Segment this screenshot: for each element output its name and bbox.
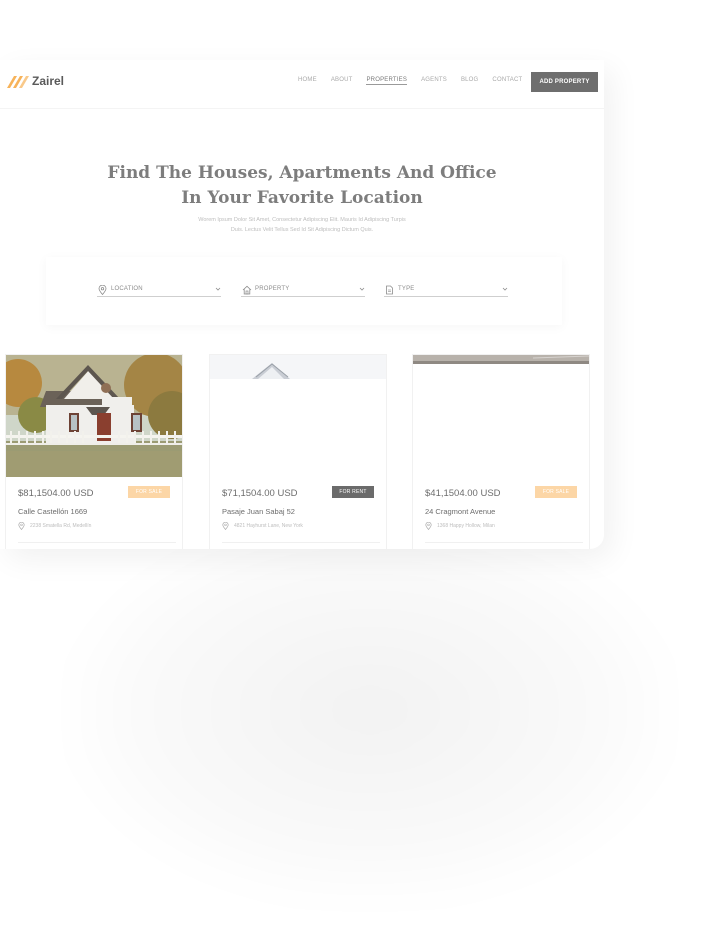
listing-address-text: 4821 Hayhurst Lane, New York: [234, 523, 303, 529]
zairel-logo-icon: [7, 76, 29, 88]
property-photo: [210, 355, 386, 477]
search-panel: LOCATION PROPERTY TYPE: [46, 257, 562, 325]
pin-icon: [425, 522, 432, 530]
nav-blog[interactable]: BLOG: [461, 77, 478, 85]
hero-title: Find The Houses, Apartments And Office I…: [100, 161, 504, 211]
chevron-down-icon: [215, 287, 221, 291]
listing-address-text: 2238 Smatella Rd, Medellín: [30, 523, 92, 529]
property-photo: [413, 355, 589, 477]
listing-address: 1368 Happy Hollow, Milan: [425, 522, 495, 530]
backdrop-shadow: [70, 520, 670, 900]
interior-photo-image: [413, 355, 589, 477]
add-property-button[interactable]: ADD PROPERTY: [531, 72, 598, 92]
hero-subtitle-line-2: Duis. Lectus Velit Tellus Sed Id Sit Adi…: [230, 227, 374, 233]
listing-name[interactable]: Pasaje Juan Sabaj 52: [222, 507, 295, 516]
listing-price: $71,1504.00 USD: [222, 488, 298, 499]
nav-agents[interactable]: AGENTS: [421, 77, 447, 85]
listing-address-text: 1368 Happy Hollow, Milan: [437, 523, 495, 529]
pin-icon: [18, 522, 25, 530]
hero-title-line-2: In Your Favorite Location: [181, 188, 423, 208]
property-select[interactable]: PROPERTY: [241, 284, 365, 297]
property-photo: [6, 355, 182, 477]
brand-name: Zairel: [32, 74, 65, 88]
status-badge: FOR SALE: [128, 486, 170, 498]
pin-icon: [222, 522, 229, 530]
main-nav: HOME ABOUT PROPERTIES AGENTS BLOG CONTAC…: [298, 77, 522, 85]
pin-icon: [98, 285, 107, 295]
type-select[interactable]: TYPE: [384, 284, 508, 297]
nav-home[interactable]: HOME: [298, 77, 317, 85]
hero-subtitle-line-1: Worem Ipsum Dolor Sit Amet, Consectetur …: [198, 217, 406, 223]
card-divider: [222, 542, 380, 543]
nav-properties[interactable]: PROPERTIES: [366, 77, 408, 85]
property-card[interactable]: $71,1504.00 USD FOR RENT Pasaje Juan Sab…: [209, 354, 387, 549]
listing-address: 4821 Hayhurst Lane, New York: [222, 522, 303, 530]
type-label: TYPE: [398, 286, 415, 292]
chevron-down-icon: [502, 287, 508, 291]
nav-contact[interactable]: CONTACT: [492, 77, 522, 85]
listing-price: $81,1504.00 USD: [18, 488, 94, 499]
hero-title-line-1: Find The Houses, Apartments And Office: [107, 163, 497, 183]
card-divider: [18, 542, 176, 543]
property-card[interactable]: $81,1504.00 USD FOR SALE Calle Castellón…: [5, 354, 183, 549]
site-header: Zairel HOME ABOUT PROPERTIES AGENTS BLOG…: [0, 60, 604, 109]
status-badge: FOR RENT: [332, 486, 374, 498]
brand-logo[interactable]: Zairel: [7, 73, 64, 89]
nav-about[interactable]: ABOUT: [331, 77, 353, 85]
document-icon: [386, 285, 393, 295]
home-icon: [242, 285, 252, 295]
location-select[interactable]: LOCATION: [97, 284, 221, 297]
chevron-down-icon: [359, 287, 365, 291]
card-divider: [425, 542, 583, 543]
building-photo-image: [210, 355, 386, 477]
property-label: PROPERTY: [255, 286, 290, 292]
listing-name[interactable]: 24 Cragmont Avenue: [425, 507, 495, 516]
property-card[interactable]: $41,1504.00 USD FOR SALE 24 Cragmont Ave…: [412, 354, 590, 549]
hero-subtitle: Worem Ipsum Dolor Sit Amet, Consectetur …: [170, 215, 434, 235]
house-photo-image: [6, 355, 182, 477]
site-frame: Zairel HOME ABOUT PROPERTIES AGENTS BLOG…: [0, 60, 604, 549]
listing-price: $41,1504.00 USD: [425, 488, 501, 499]
listing-name[interactable]: Calle Castellón 1669: [18, 507, 87, 516]
listing-address: 2238 Smatella Rd, Medellín: [18, 522, 91, 530]
status-badge: FOR SALE: [535, 486, 577, 498]
location-label: LOCATION: [111, 286, 143, 292]
